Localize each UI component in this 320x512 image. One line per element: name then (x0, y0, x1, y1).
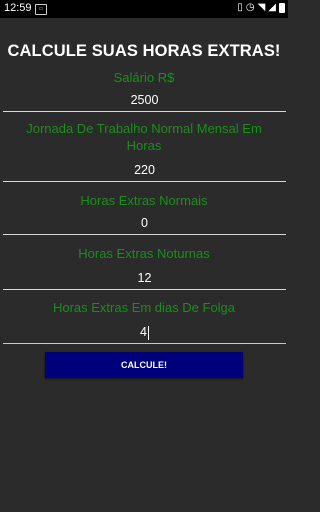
dayoff-overtime-value: 4 (140, 325, 147, 339)
wifi-icon: ◥ (257, 2, 266, 13)
dayoff-overtime-input[interactable]: 4 (3, 321, 286, 344)
dayoff-overtime-label: Horas Extras Em dias De Folga (52, 300, 236, 315)
status-icons: ▯ ◷ ◥ ◢ (237, 2, 285, 13)
salary-input[interactable]: 2500 (3, 89, 286, 112)
text-cursor (147, 325, 149, 340)
notification-icon: ▭ (35, 4, 47, 15)
normal-overtime-input[interactable]: 0 (3, 212, 286, 235)
signal-icon: ◢ (268, 2, 276, 13)
normal-overtime-label: Horas Extras Normais (80, 193, 208, 208)
status-bar: 12:59 ▭ ▯ ◷ ◥ ◢ (0, 0, 288, 18)
calculate-button[interactable]: CALCULE! (45, 352, 243, 378)
page-title: CALCULE SUAS HORAS EXTRAS! (7, 42, 281, 60)
vibrate-icon: ▯ (237, 2, 243, 13)
monthly-hours-label: Jornada De Trabalho Normal Mensal Em Hor… (26, 121, 262, 153)
salary-label: Salário R$ (113, 70, 175, 85)
night-overtime-label: Horas Extras Noturnas (78, 246, 210, 261)
battery-icon (279, 2, 285, 13)
alarm-icon: ◷ (245, 2, 255, 13)
status-time: 12:59 (4, 2, 32, 14)
night-overtime-input[interactable]: 12 (3, 267, 286, 290)
monthly-hours-input[interactable]: 220 (3, 159, 286, 182)
